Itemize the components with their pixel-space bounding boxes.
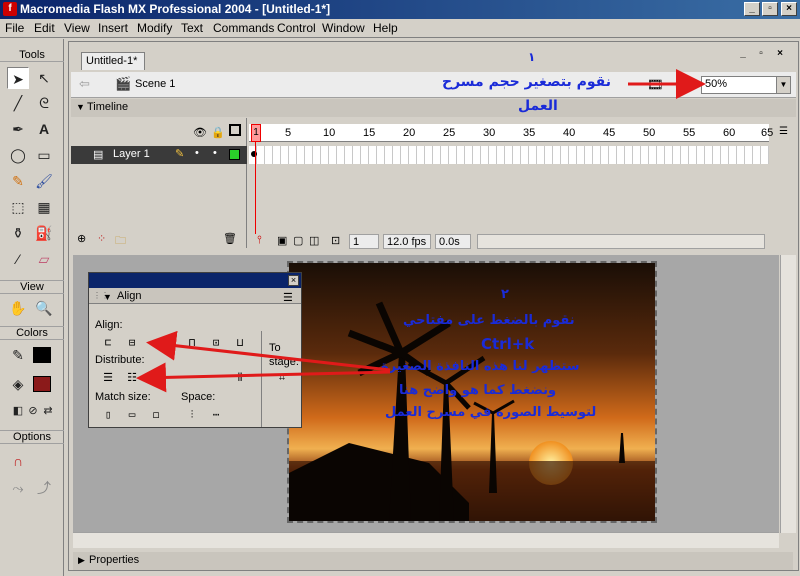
arrow-to-align-center	[146, 330, 391, 372]
annotation-arrows	[136, 69, 706, 393]
arrow-to-distribute-center	[136, 362, 391, 393]
